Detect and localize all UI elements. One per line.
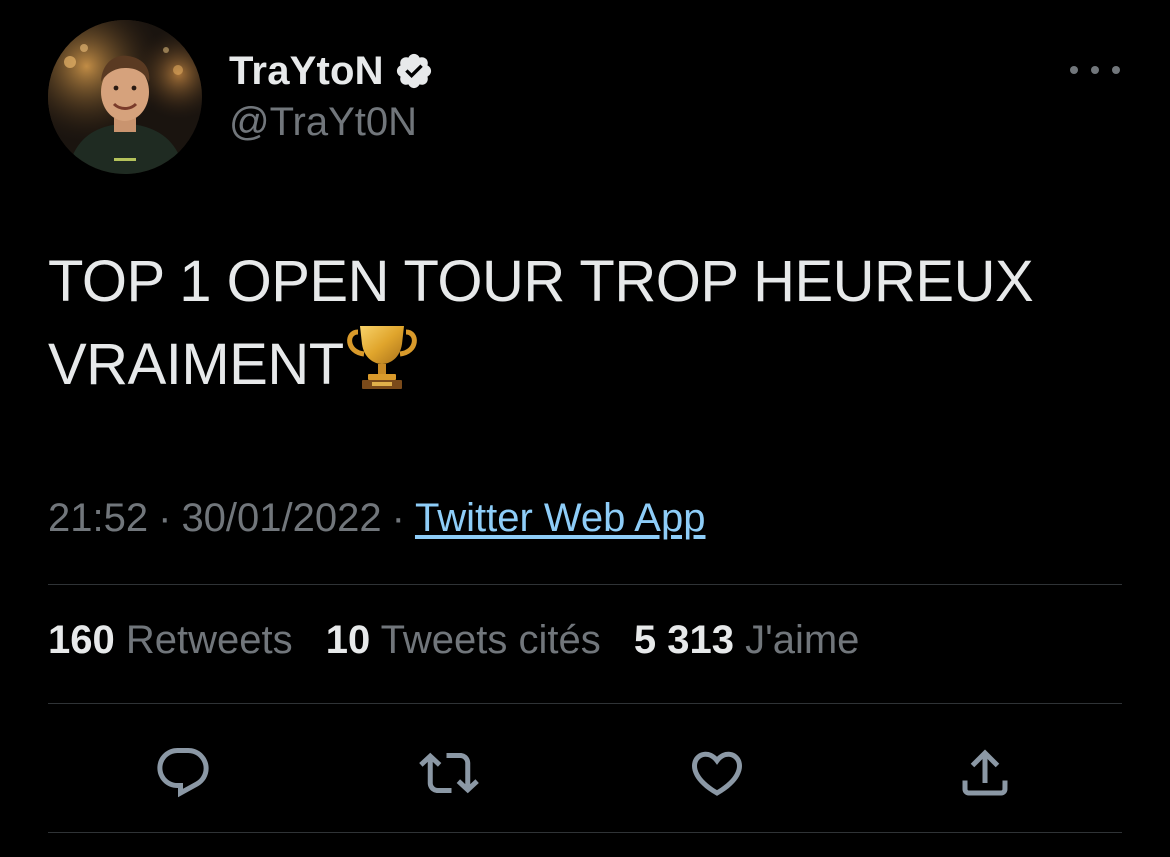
tweet-text: TOP 1 OPEN TOUR TROP HEUREUX VRAIMENT (48, 242, 1128, 405)
divider (48, 703, 1122, 704)
more-dot (1070, 66, 1078, 74)
reply-icon (157, 748, 209, 798)
retweet-icon (419, 752, 479, 794)
likes-label: J'aime (745, 618, 860, 662)
author-name-row[interactable]: TraYtoN (229, 44, 434, 98)
trophy-emoji (344, 322, 420, 392)
likes-count: 5 313 (633, 618, 734, 662)
quotes-stat[interactable]: 10 Tweets cités (326, 618, 601, 662)
retweet-button[interactable] (414, 738, 484, 808)
more-dot (1112, 66, 1120, 74)
divider (48, 832, 1122, 833)
heart-icon (691, 751, 743, 796)
retweets-label: Retweets (125, 618, 293, 662)
reply-button[interactable] (148, 738, 218, 808)
tweet-stats: 160 Retweets 10 Tweets cités 5 313 J'aim… (48, 618, 881, 663)
tweet-text-content: TOP 1 OPEN TOUR TROP HEUREUX VRAIMENT (48, 249, 1034, 397)
tweet-date[interactable]: 30/01/2022 (181, 496, 381, 540)
likes-stat[interactable]: 5 313 J'aime (634, 618, 860, 662)
retweets-count: 160 (48, 618, 115, 662)
quotes-count: 10 (325, 618, 371, 662)
tweet-detail: TraYtoN @TraYt0N TOP 1 OPEN TOUR TROP HE… (0, 0, 1170, 857)
meta-separator: · (391, 496, 405, 540)
avatar[interactable] (48, 20, 202, 174)
share-icon (962, 749, 1008, 796)
more-dot (1091, 66, 1099, 74)
share-button[interactable] (950, 738, 1020, 808)
divider (48, 584, 1122, 585)
like-button[interactable] (682, 738, 752, 808)
tweet-actions (0, 738, 1170, 808)
tweet-time[interactable]: 21:52 (48, 496, 148, 540)
display-name[interactable]: TraYtoN (229, 49, 384, 94)
author-handle[interactable]: @TraYt0N (229, 100, 417, 145)
quotes-label: Tweets cités (380, 618, 601, 662)
more-options-icon[interactable] (1070, 50, 1120, 90)
tweet-meta: 21:52 · 30/01/2022 · Twitter Web App (48, 496, 705, 541)
verified-badge-icon (394, 51, 434, 91)
meta-separator: · (158, 496, 172, 540)
retweets-stat[interactable]: 160 Retweets (48, 618, 293, 662)
avatar-photo (48, 20, 202, 174)
tweet-source-link[interactable]: Twitter Web App (415, 496, 706, 540)
